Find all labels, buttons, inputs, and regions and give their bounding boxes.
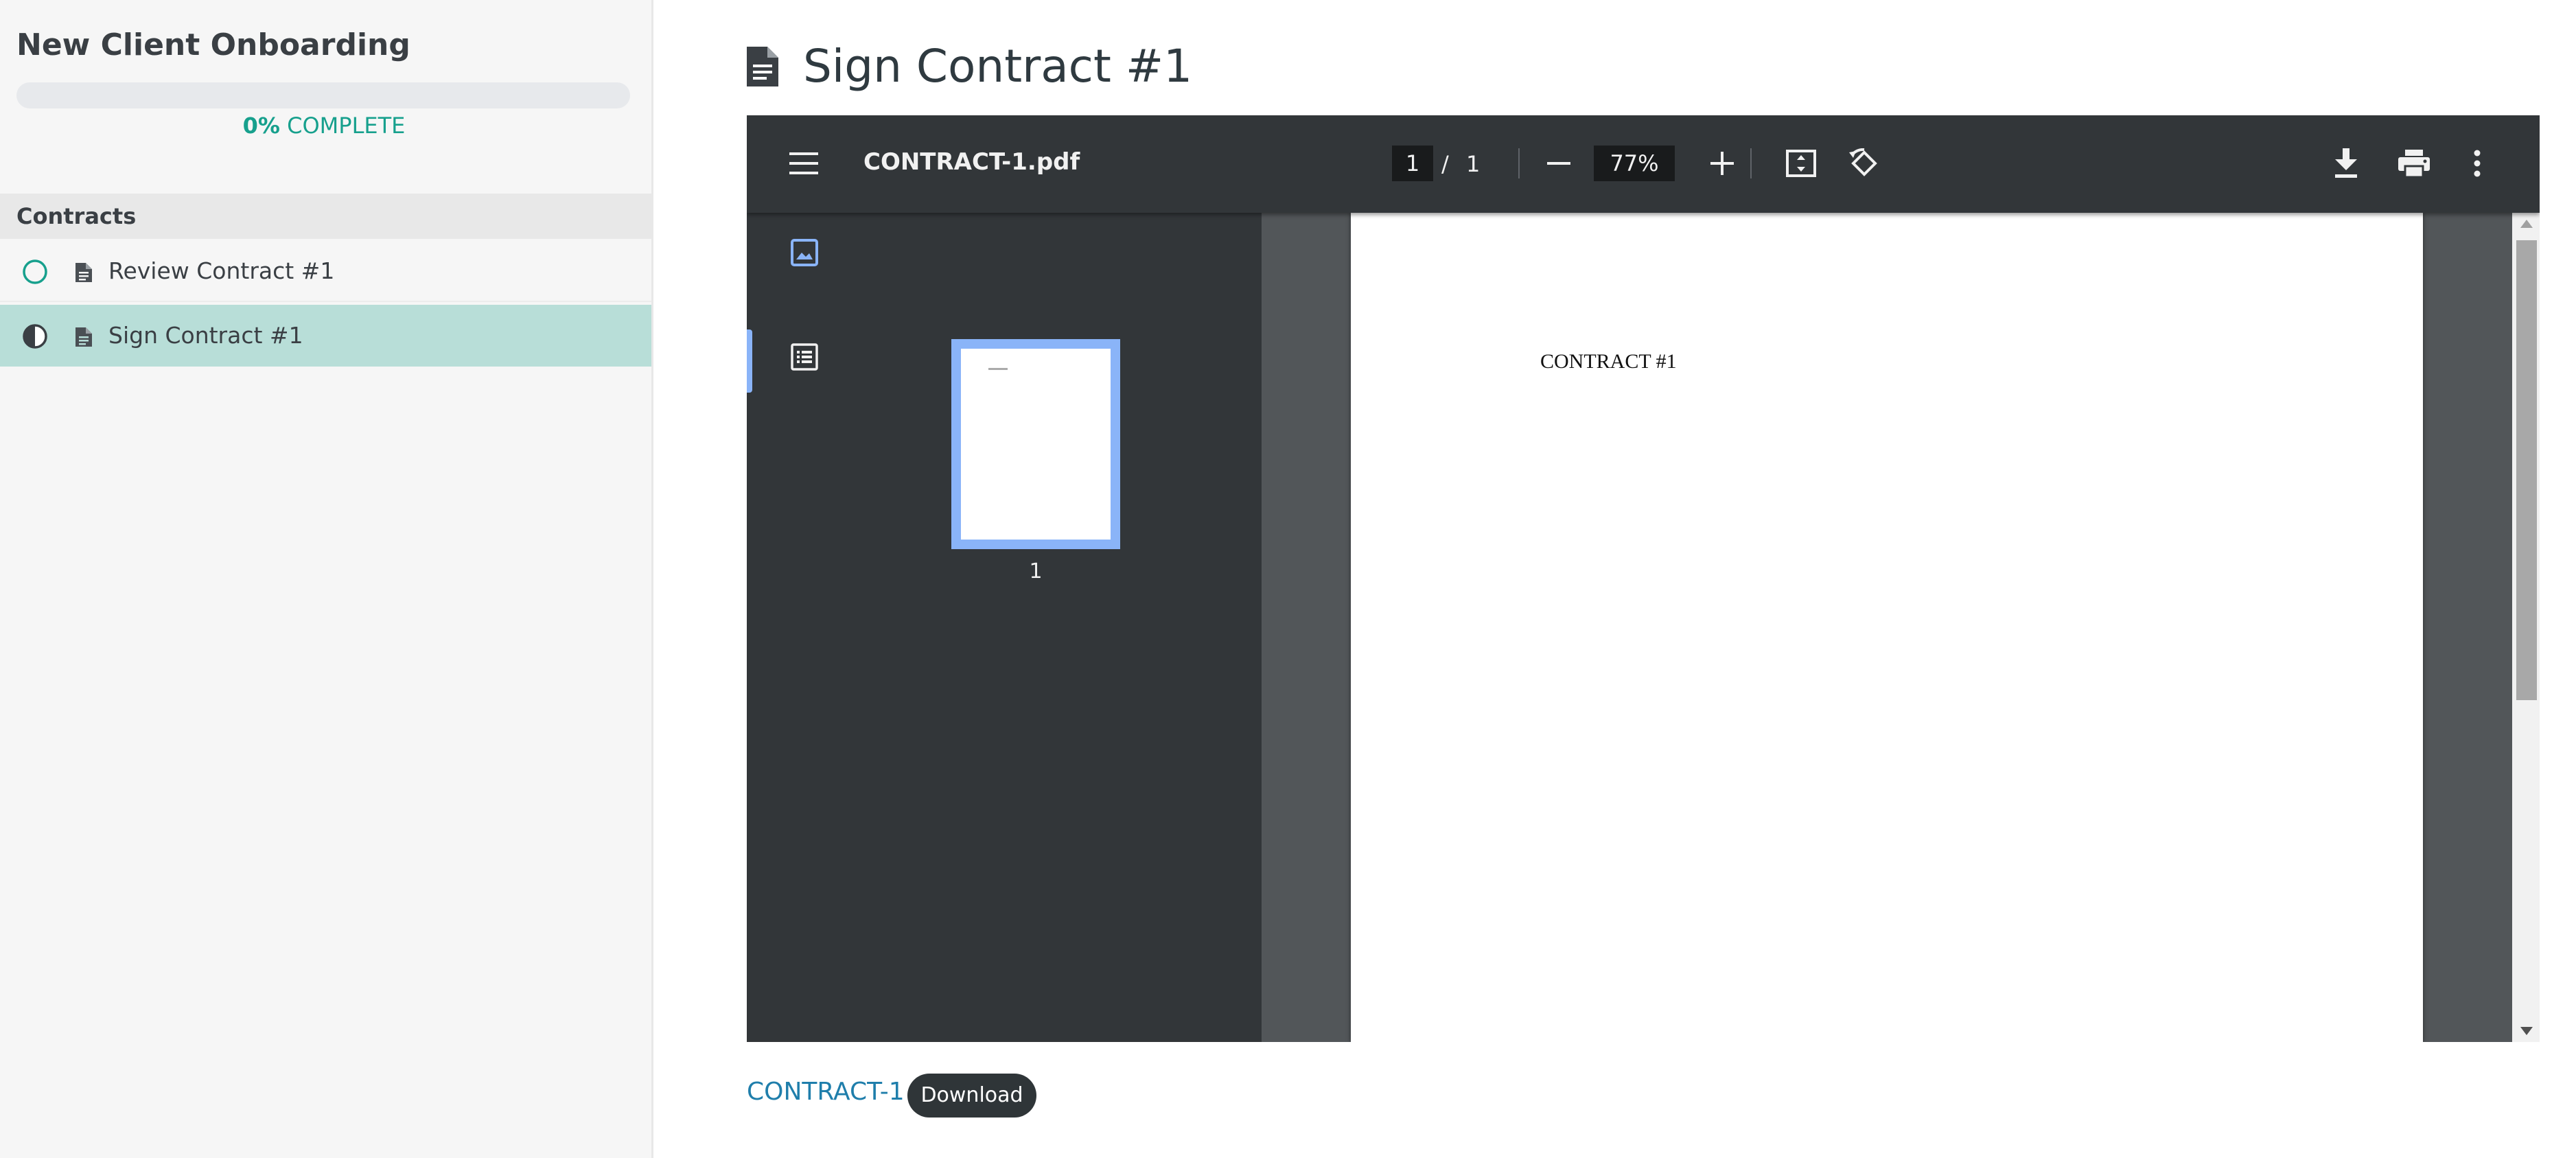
sidebar-item-label: Sign Contract #1	[108, 322, 303, 349]
pdf-viewer[interactable]: CONTRACT-1.pdf 1 / 1 77% 1 CONTRACT #1	[747, 115, 2540, 1042]
attachment-link[interactable]: CONTRACT-1	[747, 1078, 905, 1106]
fit-to-page-icon[interactable]	[1786, 150, 1816, 177]
toolbar-divider	[1750, 148, 1752, 178]
page-thumbnail[interactable]	[951, 339, 1120, 549]
empty-circle-icon	[23, 259, 47, 284]
document-icon	[76, 327, 92, 347]
sidebar-item-sign-contract[interactable]: Sign Contract #1	[0, 305, 651, 367]
document-outline-icon[interactable]	[791, 343, 818, 371]
page-title: Sign Contract #1	[747, 40, 1192, 93]
toolbar-divider	[1518, 148, 1520, 178]
pdf-toolbar: CONTRACT-1.pdf 1 / 1 77%	[747, 115, 2540, 213]
thumbnail-text-line	[988, 368, 1008, 370]
thumbnail-pane: 1	[747, 213, 1262, 1042]
pdf-filename: CONTRACT-1.pdf	[863, 148, 1080, 176]
zoom-level-input[interactable]: 77%	[1594, 146, 1675, 181]
rotate-icon[interactable]	[1849, 148, 1879, 178]
progress-percent: 0%	[242, 113, 280, 139]
page-thumbnail-preview	[961, 349, 1111, 540]
sidebar-item-review-contract[interactable]: Review Contract #1	[0, 240, 651, 302]
sidebar: New Client Onboarding 0% COMPLETE Contra…	[0, 0, 653, 1158]
scrollbar-thumb[interactable]	[2516, 240, 2537, 700]
progress-label: 0% COMPLETE	[0, 113, 648, 139]
download-button[interactable]: Download	[907, 1074, 1036, 1118]
thumbnails-view-icon[interactable]	[791, 239, 818, 266]
active-pane-indicator	[747, 329, 752, 393]
sidebar-item-label: Review Contract #1	[108, 257, 335, 284]
scroll-up-arrow-icon[interactable]	[2520, 220, 2533, 228]
progress-bar	[16, 82, 630, 108]
progress-suffix: COMPLETE	[287, 113, 406, 139]
document-icon	[76, 263, 92, 282]
page-title-text: Sign Contract #1	[803, 40, 1193, 93]
section-header-contracts: Contracts	[0, 194, 651, 239]
pdf-page-text: CONTRACT #1	[1540, 350, 1677, 373]
document-icon	[747, 46, 778, 86]
zoom-out-icon[interactable]	[1547, 162, 1570, 165]
page-number-input[interactable]: 1	[1392, 146, 1433, 181]
page-thumbnail-number: 1	[1029, 559, 1043, 583]
download-icon[interactable]	[2334, 148, 2358, 178]
vertical-scrollbar[interactable]	[2512, 213, 2540, 1042]
print-icon[interactable]	[2398, 150, 2430, 177]
zoom-in-icon[interactable]	[1710, 152, 1734, 175]
scroll-down-arrow-icon[interactable]	[2520, 1027, 2533, 1035]
page-separator: /	[1441, 151, 1449, 177]
pdf-page: CONTRACT #1	[1351, 213, 2423, 1042]
menu-icon[interactable]	[789, 151, 818, 176]
page-total: 1	[1466, 151, 1481, 177]
more-options-icon[interactable]	[2474, 150, 2481, 177]
course-title: New Client Onboarding	[16, 27, 410, 62]
half-filled-circle-icon	[23, 324, 47, 349]
